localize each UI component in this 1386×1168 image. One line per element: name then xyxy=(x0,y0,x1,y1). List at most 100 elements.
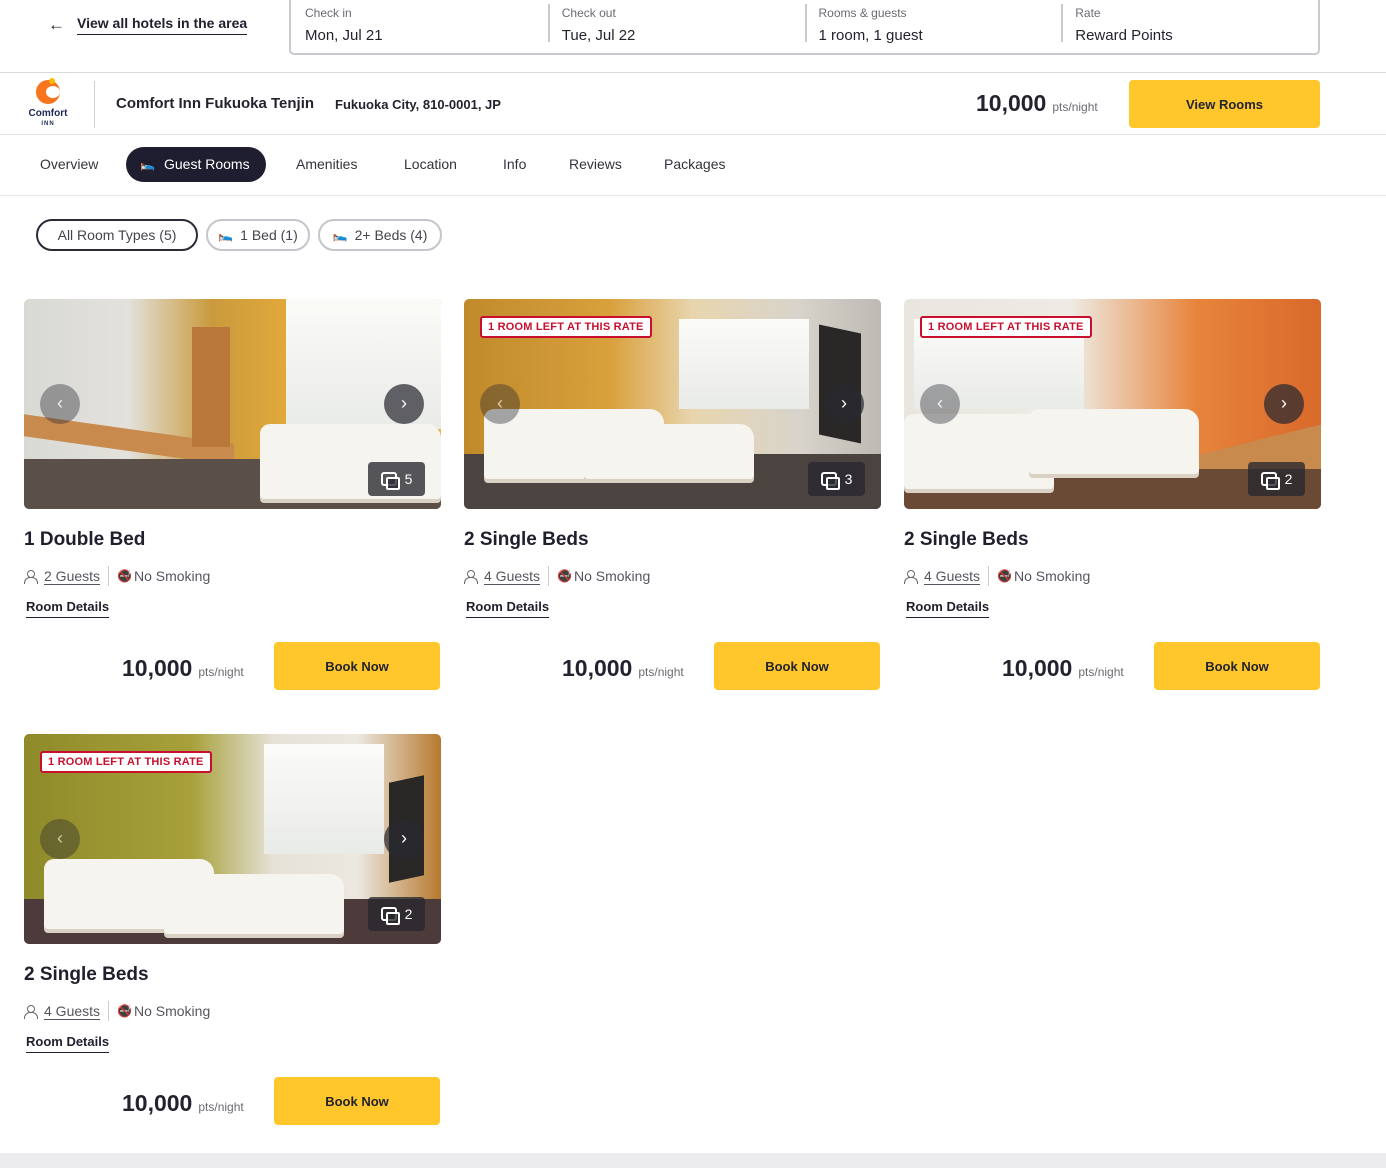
previous-photo-button[interactable]: ‹ xyxy=(920,384,960,424)
bed-icon: 🛌 xyxy=(332,228,348,242)
view-all-hotels-link[interactable]: ← View all hotels in the area xyxy=(48,15,248,35)
gallery-icon xyxy=(820,472,840,490)
next-photo-button[interactable]: › xyxy=(1264,384,1304,424)
room-meta: 4 Guests 🚭 No Smoking xyxy=(24,1000,441,1022)
check-in-label: Check in xyxy=(305,6,352,20)
photo-count: 3 xyxy=(844,471,853,487)
room-price-unit: pts/night xyxy=(638,665,684,679)
book-now-button[interactable]: Book Now xyxy=(1154,642,1320,690)
previous-photo-button[interactable]: ‹ xyxy=(40,384,80,424)
gallery-icon xyxy=(1260,472,1280,490)
guests-link[interactable]: 4 Guests xyxy=(44,1003,100,1019)
filter-1-bed-label: 1 Bed (1) xyxy=(240,227,298,243)
tab-amenities[interactable]: Amenities xyxy=(296,147,357,182)
photo-count-button[interactable]: 2 xyxy=(1248,462,1305,496)
room-card: 1 ROOM LEFT AT THIS RATE ‹ › 3 2 Single … xyxy=(464,299,881,690)
check-out-field[interactable]: Check out Tue, Jul 22 xyxy=(547,0,805,53)
person-icon xyxy=(24,1005,38,1019)
divider xyxy=(988,566,990,586)
book-now-button[interactable]: Book Now xyxy=(274,642,440,690)
filter-all-label: All Room Types (5) xyxy=(57,227,177,243)
photo-count-button[interactable]: 2 xyxy=(368,897,425,931)
room-left-badge: 1 ROOM LEFT AT THIS RATE xyxy=(920,316,1092,338)
divider xyxy=(108,1001,110,1021)
divider xyxy=(548,566,550,586)
view-rooms-button[interactable]: View Rooms xyxy=(1129,80,1320,128)
rooms-guests-field[interactable]: Rooms & guests 1 room, 1 guest xyxy=(804,0,1062,53)
previous-photo-button[interactable]: ‹ xyxy=(40,819,80,859)
room-price-unit: pts/night xyxy=(1078,665,1124,679)
room-details-link[interactable]: Room Details xyxy=(906,599,990,618)
tab-reviews[interactable]: Reviews xyxy=(569,147,622,182)
no-smoking-icon: 🚭 xyxy=(117,1004,132,1018)
smoking-policy: No Smoking xyxy=(1013,568,1091,584)
check-out-label: Check out xyxy=(561,6,616,20)
hotel-price-unit: pts/night xyxy=(1052,100,1098,114)
room-photo[interactable]: ‹ › 5 xyxy=(24,299,441,509)
section-tabs: Overview 🛌 Guest Rooms Amenities Locatio… xyxy=(0,135,1386,196)
filter-2-plus-beds[interactable]: 🛌 2+ Beds (4) xyxy=(318,219,442,251)
check-out-value: Tue, Jul 22 xyxy=(561,27,636,44)
previous-photo-button[interactable]: ‹ xyxy=(480,384,520,424)
room-card: ‹ › 5 1 Double Bed 2 Guests 🚭 No Smoking… xyxy=(24,299,441,690)
guests-link[interactable]: 2 Guests xyxy=(44,568,100,584)
photo-count-button[interactable]: 3 xyxy=(808,462,865,496)
room-photo[interactable]: 1 ROOM LEFT AT THIS RATE ‹ › 2 xyxy=(904,299,1321,509)
tab-guest-rooms[interactable]: 🛌 Guest Rooms xyxy=(126,147,266,182)
no-smoking-icon: 🚭 xyxy=(997,569,1012,583)
room-card: 1 ROOM LEFT AT THIS RATE ‹ › 2 2 Single … xyxy=(24,734,441,1125)
room-left-badge: 1 ROOM LEFT AT THIS RATE xyxy=(40,751,212,773)
room-title: 2 Single Beds xyxy=(24,964,149,985)
photo-count: 5 xyxy=(404,471,413,487)
hotel-price: 10,000 pts/night xyxy=(976,90,1098,117)
room-photo[interactable]: 1 ROOM LEFT AT THIS RATE ‹ › 3 xyxy=(464,299,881,509)
room-price: 10,000 pts/night xyxy=(122,1090,244,1117)
hotel-address: Fukuoka City, 810-0001, JP xyxy=(335,97,501,112)
room-meta: 4 Guests 🚭 No Smoking xyxy=(464,565,881,587)
check-in-field[interactable]: Check in Mon, Jul 21 xyxy=(291,0,548,53)
room-price-amount: 10,000 xyxy=(1002,655,1073,681)
next-photo-button[interactable]: › xyxy=(384,819,424,859)
room-title: 2 Single Beds xyxy=(464,529,589,550)
room-meta: 2 Guests 🚭 No Smoking xyxy=(24,565,441,587)
room-photo[interactable]: 1 ROOM LEFT AT THIS RATE ‹ › 2 xyxy=(24,734,441,944)
guests-link[interactable]: 4 Guests xyxy=(924,568,980,584)
arrow-left-icon: ← xyxy=(48,15,65,34)
book-now-button[interactable]: Book Now xyxy=(274,1077,440,1125)
guests-link[interactable]: 4 Guests xyxy=(484,568,540,584)
room-price-amount: 10,000 xyxy=(562,655,633,681)
next-photo-button[interactable]: › xyxy=(824,384,864,424)
room-details-link[interactable]: Room Details xyxy=(26,599,110,618)
room-price-unit: pts/night xyxy=(198,1100,244,1114)
room-price: 10,000 pts/night xyxy=(122,655,244,682)
filter-2-plus-label: 2+ Beds (4) xyxy=(354,227,428,243)
room-details-link[interactable]: Room Details xyxy=(466,599,550,618)
photo-count-button[interactable]: 5 xyxy=(368,462,425,496)
divider xyxy=(94,81,95,128)
tab-info[interactable]: Info xyxy=(503,147,526,182)
room-details-link[interactable]: Room Details xyxy=(26,1034,110,1053)
gallery-icon xyxy=(380,907,400,925)
room-price-amount: 10,000 xyxy=(122,1090,193,1116)
comfort-inn-logo: Comfort INN xyxy=(22,78,74,130)
filter-all-room-types[interactable]: All Room Types (5) xyxy=(36,219,198,251)
rate-field[interactable]: Rate Reward Points xyxy=(1061,0,1318,53)
view-all-hotels-label: View all hotels in the area xyxy=(77,15,248,35)
hotel-price-amount: 10,000 xyxy=(976,90,1047,116)
search-header: ← View all hotels in the area Check in M… xyxy=(0,0,1386,73)
tab-overview[interactable]: Overview xyxy=(40,147,98,182)
tab-location[interactable]: Location xyxy=(404,147,457,182)
logo-sub: INN xyxy=(41,121,55,127)
book-now-button[interactable]: Book Now xyxy=(714,642,880,690)
filter-1-bed[interactable]: 🛌 1 Bed (1) xyxy=(206,219,310,251)
tab-packages[interactable]: Packages xyxy=(664,147,725,182)
no-smoking-icon: 🚭 xyxy=(557,569,572,583)
room-meta: 4 Guests 🚭 No Smoking xyxy=(904,565,1321,587)
smoking-policy: No Smoking xyxy=(573,568,651,584)
room-price-amount: 10,000 xyxy=(122,655,193,681)
next-photo-button[interactable]: › xyxy=(384,384,424,424)
hotel-name: Comfort Inn Fukuoka Tenjin xyxy=(116,95,315,112)
room-title: 2 Single Beds xyxy=(904,529,1029,550)
room-price-unit: pts/night xyxy=(198,665,244,679)
room-price: 10,000 pts/night xyxy=(1002,655,1124,682)
